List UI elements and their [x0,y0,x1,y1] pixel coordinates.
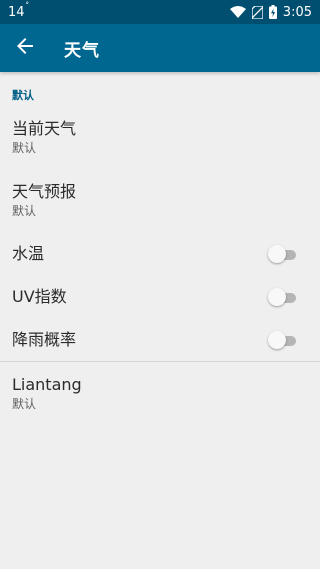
switch-thumb [268,330,286,349]
pref-title: 降雨概率 [12,329,77,349]
app-bar: 天气 [0,24,320,72]
no-sim-icon [251,5,263,19]
pref-summary: 默认 [12,204,37,218]
pref-uv-index[interactable]: UV指数 [0,275,320,318]
battery-charging-icon [268,5,277,19]
status-bar: 14 ° 3:05 [0,0,320,24]
water-temperature-switch[interactable] [268,244,296,263]
pref-summary: 默认 [12,141,37,155]
pref-weather-forecast[interactable]: 天气预报 默认 [0,169,320,232]
pref-location[interactable]: Liantang 默认 [0,362,320,425]
pref-title: UV指数 [12,286,67,306]
pref-title: Liantang [12,375,82,394]
precipitation-probability-switch[interactable] [268,330,296,349]
uv-index-switch[interactable] [268,287,296,306]
status-time: 3:05 [282,4,312,20]
switch-thumb [268,287,286,306]
settings-list: 默认 当前天气 默认 天气预报 默认 水温 UV指数 降雨概率 Liantang… [0,72,320,425]
pref-summary: 默认 [12,397,37,411]
pref-title: 当前天气 [12,119,77,138]
switch-thumb [268,244,286,263]
pref-current-weather[interactable]: 当前天气 默认 [0,106,320,169]
pref-title: 天气预报 [12,182,77,201]
status-degree-sign: ° [25,0,30,9]
pref-precipitation-probability[interactable]: 降雨概率 [0,318,320,361]
arrow-back-icon [17,38,33,58]
section-header-default: 默认 [12,89,34,102]
status-temperature: 14 ° [8,1,29,20]
status-temperature-value: 14 [8,4,25,20]
page-title: 天气 [64,40,100,61]
pref-water-temperature[interactable]: 水温 [0,232,320,275]
back-button[interactable] [14,37,36,59]
pref-title: 水温 [12,243,45,263]
wifi-icon [229,6,246,18]
